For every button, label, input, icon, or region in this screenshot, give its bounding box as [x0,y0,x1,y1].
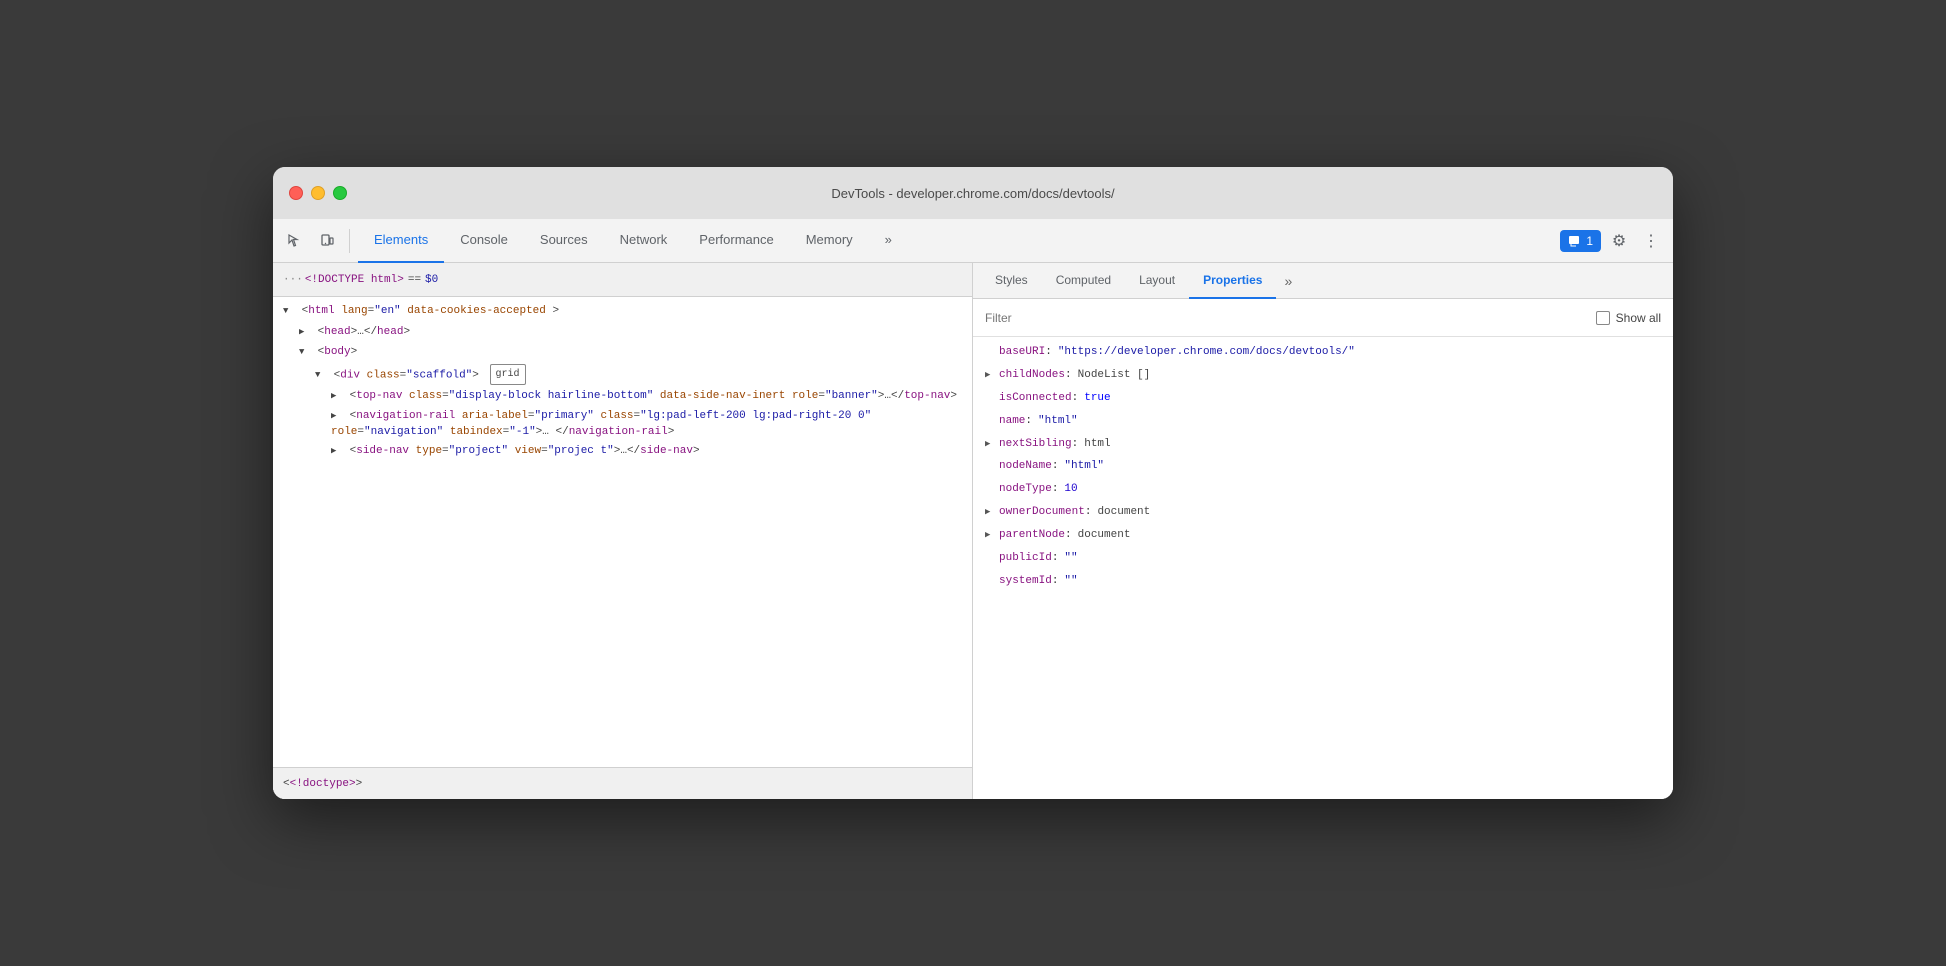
tree-row-top-nav[interactable]: ▶ <top-nav class="display-block hairline… [273,386,972,407]
elements-footer: <<!doctype>> [273,767,972,799]
tab-computed[interactable]: Computed [1042,263,1125,299]
footer-doctype: <!doctype> [290,778,356,790]
prop-row-isconnected[interactable]: isConnected : true [973,387,1673,410]
tab-performance[interactable]: Performance [683,219,789,263]
tab-console[interactable]: Console [444,219,524,263]
prop-row-baseuri[interactable]: baseURI : "https://developer.chrome.com/… [973,341,1673,364]
toolbar: Elements Console Sources Network Perform… [273,219,1673,263]
toolbar-tabs: Elements Console Sources Network Perform… [358,219,1556,263]
prop-row-nodetype[interactable]: nodeType : 10 [973,478,1673,501]
prop-tab-more-icon[interactable]: » [1276,269,1300,293]
elements-breadcrumb: ··· <!DOCTYPE html> == $0 [273,263,972,297]
window-title: DevTools - developer.chrome.com/docs/dev… [831,186,1114,201]
expand-icon[interactable]: ▼ [315,368,327,383]
tab-properties[interactable]: Properties [1189,263,1276,299]
toolbar-right: 1 ⚙ ⋮ [1560,227,1665,255]
expand-icon[interactable]: ▶ [331,410,343,424]
tree-row-body[interactable]: ▼ <body> [273,342,972,363]
grid-badge[interactable]: grid [490,364,526,385]
device-toolbar-icon[interactable] [313,227,341,255]
devtools-window: DevTools - developer.chrome.com/docs/dev… [273,167,1673,799]
maximize-button[interactable] [333,186,347,200]
expand-icon[interactable]: ▶ [331,389,343,404]
tab-elements[interactable]: Elements [358,219,444,263]
traffic-lights [289,186,347,200]
tree-row-side-nav[interactable]: ▶ <side-nav type="project" view="projec … [273,442,972,461]
tree-row-html[interactable]: ▼ <html lang="en" data-cookies-accepted … [273,301,972,322]
filter-bar: Show all [973,299,1673,337]
title-bar: DevTools - developer.chrome.com/docs/dev… [273,167,1673,219]
breadcrumb-dots: ··· [283,274,303,286]
prop-row-name[interactable]: name : "html" [973,410,1673,433]
prop-row-ownerdocument[interactable]: ▶ ownerDocument : document [973,501,1673,524]
prop-row-nodename[interactable]: nodeName : "html" [973,455,1673,478]
minimize-button[interactable] [311,186,325,200]
breadcrumb-doctype: <!DOCTYPE html> [305,274,404,286]
expand-icon[interactable]: ▶ [299,325,311,340]
tree-row-nav-rail[interactable]: ▶ <navigation-rail aria-label="primary" … [273,407,972,442]
main-content: ··· <!DOCTYPE html> == $0 ▼ <html lang="… [273,263,1673,799]
breadcrumb-dollar: $0 [425,274,438,286]
filter-input[interactable] [985,311,1596,325]
close-button[interactable] [289,186,303,200]
tab-memory[interactable]: Memory [790,219,869,263]
toolbar-divider [349,229,350,253]
expand-icon[interactable]: ▼ [299,345,311,360]
prop-row-childnodes[interactable]: ▶ childNodes : NodeList [] [973,364,1673,387]
inspect-element-icon[interactable] [281,227,309,255]
settings-icon[interactable]: ⚙ [1605,227,1633,255]
tree-row-head[interactable]: ▶ <head>…</head> [273,322,972,343]
tab-styles[interactable]: Styles [981,263,1042,299]
expand-icon[interactable]: ▶ [331,445,343,459]
tab-more[interactable]: » [869,219,908,263]
properties-list: baseURI : "https://developer.chrome.com/… [973,337,1673,799]
show-all-checkbox[interactable] [1596,311,1610,325]
tab-network[interactable]: Network [604,219,684,263]
prop-row-parentnode[interactable]: ▶ parentNode : document [973,524,1673,547]
devtools-panel: Elements Console Sources Network Perform… [273,219,1673,799]
properties-tabs: Styles Computed Layout Properties » [973,263,1673,299]
more-options-icon[interactable]: ⋮ [1637,227,1665,255]
elements-panel: ··· <!DOCTYPE html> == $0 ▼ <html lang="… [273,263,973,799]
properties-panel: Styles Computed Layout Properties » [973,263,1673,799]
tab-layout[interactable]: Layout [1125,263,1189,299]
tree-row-scaffold[interactable]: ▼ <div class="scaffold"> grid [273,363,972,386]
prop-row-systemid[interactable]: systemId : "" [973,570,1673,593]
prop-row-nextsibling[interactable]: ▶ nextSibling : html [973,433,1673,456]
tab-sources[interactable]: Sources [524,219,604,263]
show-all-label: Show all [1616,311,1661,325]
prop-row-publicid[interactable]: publicId : "" [973,547,1673,570]
show-all-container: Show all [1596,311,1661,325]
elements-tree[interactable]: ▼ <html lang="en" data-cookies-accepted … [273,297,972,767]
expand-icon[interactable]: ▼ [283,304,295,319]
breadcrumb-eq: == [408,274,421,286]
notifications-button[interactable]: 1 [1560,230,1601,252]
